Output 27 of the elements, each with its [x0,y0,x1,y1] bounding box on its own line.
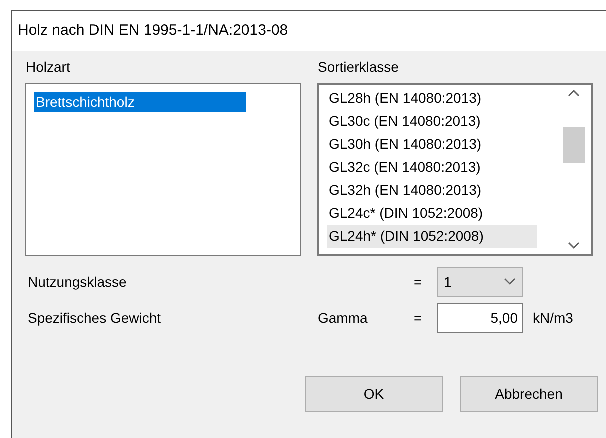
list-item[interactable]: GL24h* (DIN 1052:2008) [327,225,537,248]
scrollbar-thumb[interactable] [563,127,585,163]
dialog-button[interactable]: OK [305,376,443,412]
list-box[interactable]: Brettschichtholz [25,83,301,256]
symbol-label: Gamma [318,308,369,328]
input-field[interactable]: 5,00 [437,303,523,333]
field-label: Nutzungsklasse [28,272,128,292]
list-item[interactable]: GL30c (EN 14080:2013) [327,110,537,133]
unit-label: kN/m3 [533,308,574,328]
chevron-down-icon [504,278,516,286]
field-label: Spezifisches Gewicht [28,308,162,328]
equals-sign: = [414,272,424,292]
chevron-up-icon[interactable] [568,89,580,97]
list-box[interactable]: GL28h (EN 14080:2013) GL30c (EN 14080:2013) GL30h (EN 14080:2013) GL32c (EN 14080:2013) GL32h (EN 14080:2013) GL24c* (DIN 1052:2008) GL24h* (DIN 1052:2008) [317,83,593,256]
field-label: Holzart [26,58,72,77]
list-item[interactable]: GL32c (EN 14080:2013) [327,156,537,179]
chevron-down-icon[interactable] [568,242,580,250]
equals-sign: = [414,308,424,328]
list-item[interactable]: GL24c* (DIN 1052:2008) [327,202,537,225]
list-item[interactable]: GL32h (EN 14080:2013) [327,179,537,202]
list-item[interactable]: GL30h (EN 14080:2013) [327,133,537,156]
dialog-button[interactable]: Abbrechen [460,376,598,412]
window-title: Holz nach DIN EN 1995-1-1/NA:2013-08 [18,20,288,41]
list-item[interactable]: Brettschichtholz [34,92,246,112]
list-item[interactable]: GL28h (EN 14080:2013) [327,87,537,110]
field-label: Sortierklasse [318,58,400,77]
dropdown[interactable]: 1 [437,267,523,297]
